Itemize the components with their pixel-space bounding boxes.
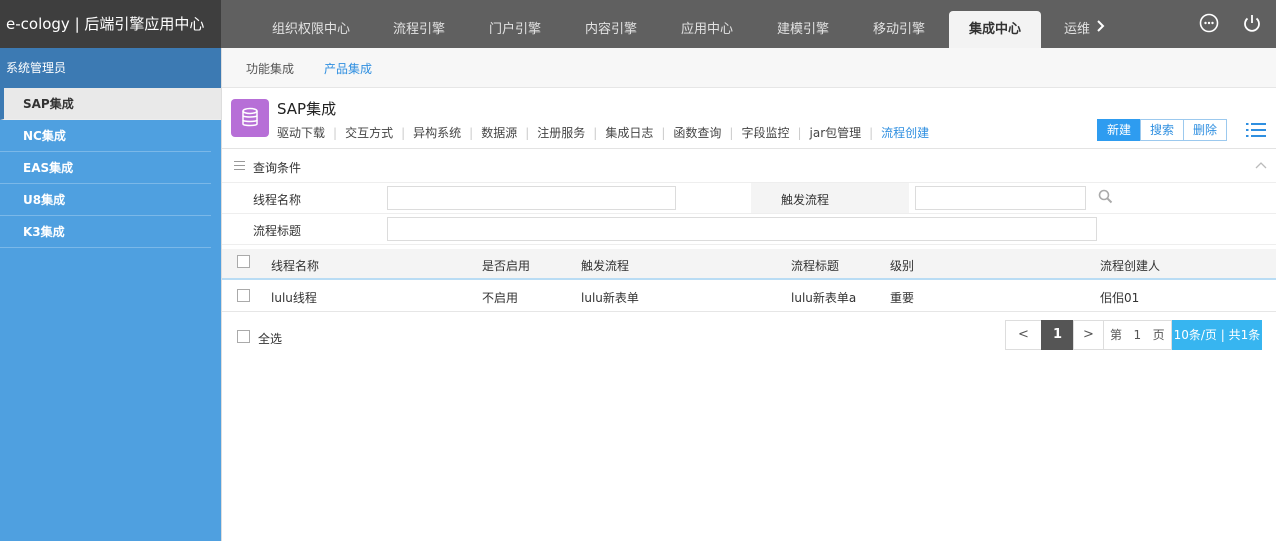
tab-separator: | — [797, 126, 802, 140]
menu-icon — [234, 161, 245, 170]
table-header: 线程名称 是否启用 触发流程 流程标题 级别 流程创建人 — [222, 249, 1276, 280]
thread-name-input[interactable] — [387, 186, 676, 210]
tab-portal-engine[interactable]: 门户引擎 — [467, 11, 563, 48]
page-jump-input[interactable]: 1 — [1133, 328, 1141, 342]
app-brand: e-cology | 后端引擎应用中心 — [0, 0, 221, 48]
tab-workflow-create[interactable]: 流程创建 — [881, 126, 929, 140]
search-panel-header: 查询条件 — [222, 149, 1276, 183]
row-checkbox[interactable] — [237, 289, 250, 302]
tab-integration-log[interactable]: 集成日志 — [605, 126, 653, 140]
trigger-flow-cell: lulu新表单 — [581, 291, 639, 305]
tab-register-service[interactable]: 注册服务 — [537, 126, 585, 140]
column-header[interactable]: 触发流程 — [581, 257, 629, 274]
thread-name-label: 线程名称 — [253, 193, 302, 207]
subtab-product-integration[interactable]: 产品集成 — [324, 60, 372, 77]
select-all-checkbox[interactable] — [237, 330, 250, 343]
table-row[interactable]: lulu线程 不启用 lulu新表单 lulu新表单a 重要 佀佀01 — [222, 281, 1276, 312]
select-all-label[interactable]: 全选 — [258, 330, 282, 347]
tab-ops[interactable]: 运维 — [1059, 11, 1095, 48]
thread-name-cell: lulu线程 — [271, 291, 317, 305]
top-bar: e-cology | 后端引擎应用中心 组织权限中心 流程引擎 门户引擎 内容引… — [0, 0, 1276, 48]
field-label-bg — [751, 183, 909, 213]
sidebar: 系统管理员 SAP集成 NC集成 EAS集成 U8集成 K3集成 — [0, 48, 221, 541]
main-content: 功能集成 产品集成 SAP集成 驱动下载 | 交互方式 | 异构系统 | 数据源 | 注册服务 |… — [221, 48, 1276, 541]
page-prefix: 第 — [1110, 328, 1123, 342]
tab-jar-management[interactable]: jar包管理 — [810, 126, 862, 140]
tab-field-monitor[interactable]: 字段监控 — [741, 126, 789, 140]
search-icon[interactable] — [1098, 189, 1113, 207]
tab-separator: | — [593, 126, 598, 140]
page-title: SAP集成 — [277, 100, 337, 118]
search-button[interactable]: 搜索 — [1140, 119, 1185, 141]
sidebar-item-nc[interactable]: NC集成 — [0, 120, 211, 152]
sidebar-item-k3[interactable]: K3集成 — [0, 216, 211, 248]
sidebar-title: 系统管理员 — [0, 48, 221, 88]
database-icon — [231, 99, 269, 137]
column-header[interactable]: 线程名称 — [271, 257, 319, 274]
column-header[interactable]: 是否启用 — [482, 257, 530, 274]
creator-cell: 佀佀01 — [1100, 291, 1140, 305]
column-header[interactable]: 流程创建人 — [1100, 257, 1160, 274]
column-header[interactable]: 流程标题 — [791, 257, 839, 274]
tab-workflow-engine[interactable]: 流程引擎 — [371, 11, 467, 48]
level-cell: 重要 — [890, 291, 915, 305]
list-menu-icon[interactable] — [1246, 121, 1266, 139]
next-page-button[interactable]: > — [1073, 320, 1104, 350]
tab-separator: | — [525, 126, 530, 140]
form-row: 线程名称 触发流程 — [222, 183, 1276, 214]
page-suffix: 页 — [1152, 328, 1165, 342]
tab-content-engine[interactable]: 内容引擎 — [563, 11, 659, 48]
pagination: < 1 > 第 1 页 10条/页 | 共1条 — [1005, 320, 1263, 350]
page-size-summary[interactable]: 10条/页 | 共1条 — [1171, 320, 1263, 350]
tab-interaction-mode[interactable]: 交互方式 — [345, 126, 393, 140]
tab-separator: | — [729, 126, 734, 140]
tab-separator: | — [869, 126, 874, 140]
flow-title-input[interactable] — [387, 217, 1097, 241]
trigger-flow-input[interactable] — [915, 186, 1086, 210]
tab-separator: | — [661, 126, 666, 140]
tab-separator: | — [333, 126, 338, 140]
tab-integration-center[interactable]: 集成中心 — [949, 11, 1041, 48]
tab-driver-download[interactable]: 驱动下载 — [277, 126, 325, 140]
tab-org-permission[interactable]: 组织权限中心 — [251, 11, 371, 48]
tab-heterogeneous-system[interactable]: 异构系统 — [413, 126, 461, 140]
page-jump[interactable]: 第 1 页 — [1103, 320, 1172, 350]
sidebar-item-eas[interactable]: EAS集成 — [0, 152, 211, 184]
trigger-flow-label: 触发流程 — [781, 193, 830, 207]
new-button[interactable]: 新建 — [1097, 119, 1142, 141]
action-buttons: 新建 搜索 删除 — [1097, 119, 1228, 141]
tab-separator: | — [401, 126, 406, 140]
tab-modeling-engine[interactable]: 建模引擎 — [755, 11, 851, 48]
subtab-function-integration[interactable]: 功能集成 — [246, 60, 294, 77]
more-options-icon[interactable] — [1198, 12, 1220, 34]
column-header[interactable]: 级别 — [890, 257, 914, 274]
flow-title-label: 流程标题 — [253, 224, 302, 238]
tab-app-center[interactable]: 应用中心 — [659, 11, 755, 48]
flow-title-cell: lulu新表单a — [791, 291, 857, 305]
tab-mobile-engine[interactable]: 移动引擎 — [851, 11, 947, 48]
form-row: 流程标题 — [222, 214, 1276, 245]
page-tabs: 驱动下载 | 交互方式 | 异构系统 | 数据源 | 注册服务 | 集成日志 | 函数查询 | 字段监控 | j… — [277, 124, 929, 141]
delete-button[interactable]: 删除 — [1183, 119, 1228, 141]
sidebar-item-u8[interactable]: U8集成 — [0, 184, 211, 216]
sub-nav: 功能集成 产品集成 — [222, 48, 1276, 88]
current-page[interactable]: 1 — [1041, 320, 1074, 350]
sidebar-item-sap[interactable]: SAP集成 — [0, 88, 221, 120]
select-all-header-checkbox[interactable] — [237, 255, 250, 268]
prev-page-button[interactable]: < — [1005, 320, 1042, 350]
power-icon[interactable] — [1241, 12, 1263, 34]
enabled-cell: 不启用 — [482, 291, 519, 305]
tab-function-query[interactable]: 函数查询 — [673, 126, 721, 140]
tab-separator: | — [469, 126, 474, 140]
chevron-up-icon[interactable] — [1255, 159, 1267, 172]
tab-data-source[interactable]: 数据源 — [481, 126, 517, 140]
chevron-right-icon[interactable] — [1097, 20, 1105, 36]
search-panel-title: 查询条件 — [253, 161, 302, 175]
